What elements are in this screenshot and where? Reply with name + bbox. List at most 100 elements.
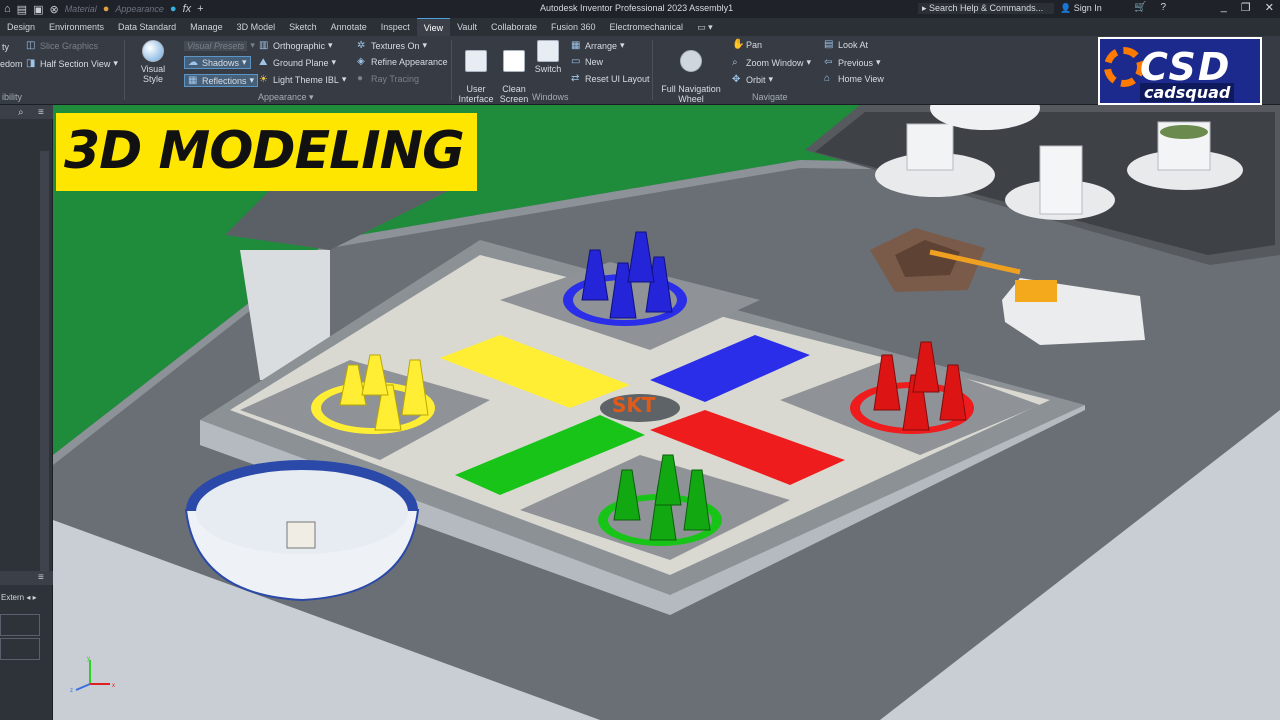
material-dropdown[interactable]: Material xyxy=(65,4,97,14)
appearance-dropdown[interactable]: Appearance xyxy=(115,4,164,14)
previous-view-button[interactable]: ⇦ Previous ▾ xyxy=(824,57,881,68)
ray-tracing-button[interactable]: ● Ray Tracing xyxy=(357,73,419,85)
half-section-view-button[interactable]: ◨ Half Section View ▾ xyxy=(26,58,118,69)
windows-group-label: Windows xyxy=(532,92,569,102)
new-window-button[interactable]: ▭ New xyxy=(571,56,603,68)
switch-button[interactable]: Switch xyxy=(532,40,564,74)
title-bar: ⌂ ▤ ▣ ⊗ Material ● Appearance ● fx + Aut… xyxy=(0,0,1280,18)
zoom-icon: ⌕ xyxy=(732,56,738,68)
browser-field-2[interactable] xyxy=(0,638,40,660)
look-at-button[interactable]: ▤ Look At xyxy=(824,39,868,51)
tab-3d-model[interactable]: 3D Model xyxy=(230,18,283,36)
separator xyxy=(124,40,125,100)
color-override-icon[interactable]: ● xyxy=(170,3,177,15)
visibility-item-1[interactable]: ty xyxy=(2,42,9,52)
logo-cadsquad-text: cadsquad xyxy=(1140,83,1235,102)
navigate-group-label: Navigate xyxy=(752,92,788,102)
visual-style-icon xyxy=(142,40,164,62)
gear-logo-icon xyxy=(1104,47,1144,87)
half-section-icon: ◨ xyxy=(26,57,36,69)
home-view-button[interactable]: ⌂ Home View xyxy=(824,73,884,85)
svg-text:x: x xyxy=(112,683,115,689)
pan-button[interactable]: ✋ Pan xyxy=(732,39,762,51)
appearance-group-label: Appearance ▾ xyxy=(258,92,314,102)
browser-scrollbar[interactable] xyxy=(40,151,49,571)
ground-plane-button[interactable]: ⛰ Ground Plane ▾ xyxy=(259,57,336,68)
zoom-window-button[interactable]: ⌕ Zoom Window ▾ xyxy=(732,57,811,68)
tab-vault[interactable]: Vault xyxy=(450,18,484,36)
menu-icon[interactable]: ≡ xyxy=(38,572,44,583)
tab-annotate[interactable]: Annotate xyxy=(324,18,374,36)
search-help-input[interactable]: ▸ Search Help & Commands... xyxy=(918,3,1054,14)
tab-fusion-360[interactable]: Fusion 360 xyxy=(544,18,603,36)
separator xyxy=(652,40,653,100)
close-window-button[interactable]: ✕ xyxy=(1265,1,1274,14)
tab-environments[interactable]: Environments xyxy=(42,18,111,36)
search-icon[interactable]: ⌕ xyxy=(18,107,24,118)
3d-scene: SKT xyxy=(53,105,1280,720)
restore-button[interactable]: ❐ xyxy=(1241,1,1251,14)
arrange-button[interactable]: ▦ Arrange ▾ xyxy=(571,40,625,51)
textures-on-button[interactable]: ✲ Textures On ▾ xyxy=(357,40,427,51)
tab-view[interactable]: View xyxy=(416,18,451,36)
pan-icon: ✋ xyxy=(732,39,745,50)
browser-header xyxy=(0,105,53,119)
new-window-icon: ▭ xyxy=(571,56,581,67)
fx-icon[interactable]: fx xyxy=(183,3,192,15)
light-theme-dropdown[interactable]: ☀ Light Theme IBL ▾ xyxy=(259,74,346,85)
tab-sketch[interactable]: Sketch xyxy=(282,18,324,36)
ribbon-tabs: Design Environments Data Standard Manage 3D … xyxy=(0,18,1280,36)
cart-icon[interactable]: 🛒 xyxy=(1134,2,1146,13)
visual-style-button[interactable]: Visual Style xyxy=(130,40,176,84)
3d-viewport[interactable]: SKT xyxy=(53,105,1280,720)
slice-graphics-button[interactable]: ◫ Slice Graphics xyxy=(26,41,98,52)
orbit-button[interactable]: ✥ Orbit ▾ xyxy=(732,74,773,85)
tab-inspect[interactable]: Inspect xyxy=(374,18,417,36)
home-icon[interactable]: ⌂ xyxy=(4,3,11,15)
banner-text: 3D MODELING xyxy=(64,121,465,181)
minimize-button[interactable]: _ xyxy=(1221,1,1227,14)
sign-in-button[interactable]: 👤 Sign In xyxy=(1060,3,1102,14)
light-theme-icon: ☀ xyxy=(259,73,268,85)
tab-data-standard[interactable]: Data Standard xyxy=(111,18,183,36)
new-file-icon[interactable]: ▤ xyxy=(17,3,27,16)
reset-ui-layout-button[interactable]: ⇄ Reset UI Layout xyxy=(571,74,650,85)
add-icon[interactable]: + xyxy=(197,3,203,15)
reflections-icon: ▦ xyxy=(188,74,198,86)
switch-icon xyxy=(537,40,559,62)
tab-collaborate[interactable]: Collaborate xyxy=(484,18,544,36)
menu-icon[interactable]: ≡ xyxy=(38,107,44,118)
visibility-group-label: ibility xyxy=(2,92,23,102)
separator xyxy=(451,40,452,100)
textures-icon: ✲ xyxy=(357,39,366,51)
tab-electromechanical[interactable]: Electromechanical xyxy=(603,18,691,36)
help-icon[interactable]: ? xyxy=(1160,2,1166,13)
full-navigation-wheel-button[interactable]: Full Navigation Wheel xyxy=(658,40,724,104)
3d-modeling-banner: 3D MODELING xyxy=(56,113,477,191)
orthographic-icon: ▥ xyxy=(259,39,269,51)
tab-overflow-icon[interactable]: ▭ ▾ xyxy=(690,18,720,36)
reflections-button[interactable]: ▦ Reflections ▾ xyxy=(184,74,259,87)
save-icon[interactable]: ▣ xyxy=(33,3,43,16)
visibility-item-2[interactable]: edom xyxy=(0,59,23,69)
previous-icon: ⇦ xyxy=(824,56,833,68)
tab-manage[interactable]: Manage xyxy=(183,18,230,36)
appearance-icon[interactable]: ● xyxy=(103,3,110,15)
app-title: Autodesk Inventor Professional 2023 Asse… xyxy=(540,3,734,13)
home-view-icon: ⌂ xyxy=(824,73,831,84)
browser-field-1[interactable] xyxy=(0,614,40,636)
shadows-button[interactable]: ☁ Shadows ▾ xyxy=(184,56,251,69)
close-icon[interactable]: ⊗ xyxy=(49,3,58,16)
user-interface-icon xyxy=(465,50,487,72)
svg-text:z: z xyxy=(70,688,73,694)
extern-tab[interactable]: Extern ◂ ▸ xyxy=(1,593,37,602)
clean-screen-button[interactable]: Clean Screen xyxy=(497,40,531,104)
ray-tracing-icon: ● xyxy=(357,73,364,84)
orthographic-button[interactable]: ▥ Orthographic ▾ xyxy=(259,40,333,51)
look-at-icon: ▤ xyxy=(824,39,834,50)
user-interface-button[interactable]: User Interface xyxy=(458,40,494,104)
tab-design[interactable]: Design xyxy=(0,18,42,36)
refine-appearance-button[interactable]: ◈ Refine Appearance xyxy=(357,57,448,68)
visual-presets-dropdown[interactable]: Visual Presets ▾ xyxy=(184,40,255,51)
board-center-text: SKT xyxy=(612,393,656,417)
